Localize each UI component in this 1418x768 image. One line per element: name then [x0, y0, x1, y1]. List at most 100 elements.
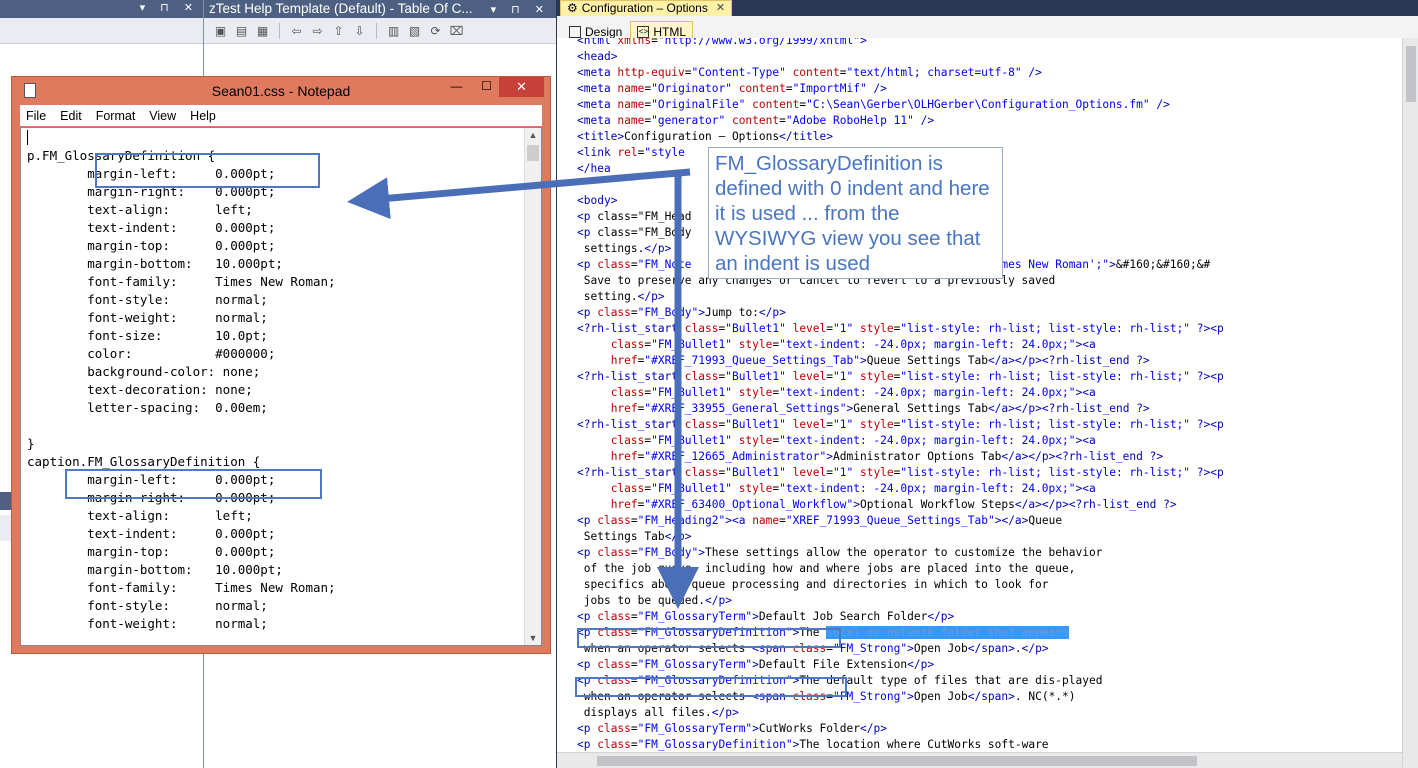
code-line: <html xmlns="http://www.w3.org/1999/xhtm… — [577, 38, 867, 47]
code-line: class="FM_Bullet1" style="text-indent: -… — [603, 482, 1096, 495]
code-line: <p class="FM_GlossaryTerm">CutWorks Fold… — [577, 722, 887, 735]
toolbar-separator — [279, 22, 280, 39]
new-page-icon[interactable]: ▤ — [233, 22, 250, 39]
notepad-menubar: File Edit Format View Help — [20, 105, 542, 126]
close-button[interactable]: ✕ — [499, 77, 544, 97]
new-book-icon[interactable]: ▣ — [212, 22, 229, 39]
code-line: href="#XREF_12665_Administrator">Adminis… — [603, 450, 1164, 463]
code-line: class="FM_Bullet1" style="text-indent: -… — [603, 386, 1096, 399]
highlight-box-code-definition-1 — [577, 628, 841, 648]
code-line: jobs to be queued.</p> — [577, 594, 732, 607]
close-icon[interactable]: ✕ — [716, 1, 725, 16]
notepad-vertical-scrollbar[interactable]: ▲ ▼ — [524, 128, 541, 645]
highlight-box-notepad-caption-margins — [65, 469, 322, 499]
left-pane-titlebar: ▾ ⊓ ✕ — [0, 0, 203, 18]
maximize-button[interactable]: ☐ — [473, 77, 500, 97]
text-caret — [27, 130, 28, 145]
code-line: <p class="FM_Heading2"><a name="XREF_719… — [577, 514, 1063, 527]
notepad-text-line: font-family: Times New Roman; — [27, 274, 336, 289]
scroll-up-icon[interactable]: ▲ — [525, 130, 541, 140]
document-tab-bar: ⚙ Configuration – Options ✕ — [557, 0, 1418, 16]
auto-create-icon[interactable]: ▥ — [385, 22, 402, 39]
code-line: <meta name="Originator" content="ImportM… — [577, 82, 887, 95]
code-line: <p class="FM_GlossaryDefinition">The loc… — [577, 738, 1049, 751]
notepad-text-line: margin-top: 0.000pt; — [27, 238, 276, 253]
sync-icon[interactable]: ⟳ — [427, 22, 444, 39]
scrollbar-thumb[interactable] — [527, 145, 539, 161]
annotation-callout: FM_GlossaryDefinition is defined with 0 … — [708, 147, 1003, 279]
menu-edit[interactable]: Edit — [60, 109, 82, 123]
folder-icon[interactable]: ▧ — [406, 22, 423, 39]
code-line: <p class="FM_GlossaryTerm">Default File … — [577, 658, 935, 671]
notepad-text-line: font-weight: normal; — [27, 310, 268, 325]
highlight-box-notepad-margin-left — [95, 153, 320, 188]
code-line: specifics about queue processing and dir… — [577, 578, 1049, 591]
code-line: displays all files.</p> — [577, 706, 739, 719]
code-line: href="#XREF_71993_Queue_Settings_Tab">Qu… — [603, 354, 1150, 367]
code-line: class="FM_Bullet1" style="text-indent: -… — [603, 434, 1096, 447]
notepad-text-line: font-style: normal; — [27, 598, 268, 613]
code-line: setting.</p> — [577, 290, 665, 303]
notepad-titlebar[interactable]: Sean01.css - Notepad — ☐ ✕ — [12, 77, 550, 105]
html-view-icon: <> — [637, 26, 650, 38]
code-line: <meta http-equiv="Content-Type" content=… — [577, 66, 1042, 79]
notepad-text-line: margin-top: 0.000pt; — [27, 544, 276, 559]
notepad-text-line: color: #000000; — [27, 346, 276, 361]
code-line: <p class="FM_Body">These settings allow … — [577, 546, 1103, 559]
notepad-text-line: } — [27, 436, 35, 451]
notepad-text-line: text-decoration: none; — [27, 382, 253, 397]
menu-help[interactable]: Help — [190, 109, 216, 123]
move-left-icon[interactable]: ⇦ — [288, 22, 305, 39]
left-pane-window-buttons[interactable]: ▾ ⊓ ✕ — [140, 1, 199, 14]
document-icon: ⚙ — [567, 1, 578, 15]
move-up-icon[interactable]: ⇧ — [330, 22, 347, 39]
menu-view[interactable]: View — [149, 109, 176, 123]
code-line: class="FM_Bullet1" style="text-indent: -… — [603, 338, 1096, 351]
scrollbar-thumb[interactable] — [1406, 46, 1416, 102]
move-right-icon[interactable]: ⇨ — [309, 22, 326, 39]
toc-pane-titlebar: zTest Help Template (Default) - Table Of… — [204, 0, 556, 18]
scroll-down-icon[interactable]: ▼ — [525, 633, 541, 643]
toc-toolbar: ▣ ▤ ▦ ⇦ ⇨ ⇧ ⇩ ▥ ▧ ⟳ ⌧ — [204, 18, 556, 44]
notepad-text-line: margin-bottom: 10.000pt; — [27, 562, 283, 577]
code-line: <body> — [577, 194, 618, 207]
editor-horizontal-scrollbar[interactable] — [557, 752, 1402, 768]
editor-vertical-scrollbar[interactable] — [1402, 38, 1418, 768]
document-tab-label: Configuration – Options — [581, 1, 708, 15]
left-pane-toolbar — [0, 18, 203, 44]
document-tab[interactable]: ⚙ Configuration – Options ✕ — [560, 0, 733, 16]
tab-design-label: Design — [585, 24, 623, 39]
code-line: <meta name="OriginalFile" content="C:\Se… — [577, 98, 1170, 111]
notepad-text-line: font-style: normal; — [27, 292, 268, 307]
notepad-text-line: font-family: Times New Roman; — [27, 580, 336, 595]
scrollbar-thumb[interactable] — [597, 756, 1197, 766]
code-line: <meta name="generator" content="Adobe Ro… — [577, 114, 935, 127]
code-line: href="#XREF_63400_Optional_Workflow">Opt… — [603, 498, 1177, 511]
tab-html-label: HTML — [653, 25, 687, 39]
properties-icon[interactable]: ▦ — [254, 22, 271, 39]
move-down-icon[interactable]: ⇩ — [351, 22, 368, 39]
code-line: <?rh-list_start class="Bullet1" level="1… — [577, 418, 1224, 431]
menu-file[interactable]: File — [26, 109, 46, 123]
code-line: <?rh-list_start class="Bullet1" level="1… — [577, 322, 1224, 335]
notepad-text-line: text-align: left; — [27, 508, 253, 523]
menu-format[interactable]: Format — [96, 109, 136, 123]
notepad-text-line: font-size: 10.0pt; — [27, 328, 268, 343]
code-line: </hea — [577, 162, 611, 175]
code-line: href="#XREF_33955_General_Settings">Gene… — [603, 402, 1150, 415]
notepad-text-line: background-color: none; — [27, 364, 261, 379]
notepad-text-line: letter-spacing: 0.00em; — [27, 400, 268, 415]
design-view-icon — [569, 25, 581, 38]
notepad-text-line: text-indent: 0.000pt; — [27, 526, 276, 541]
code-line: settings.</p> — [577, 242, 672, 255]
notepad-text-line: text-indent: 0.000pt; — [27, 220, 276, 235]
toc-pane-window-buttons[interactable]: ▾ ⊓ ✕ — [491, 1, 550, 19]
code-line: of the job queue, including how and wher… — [577, 562, 1076, 575]
highlight-box-code-definition-2 — [575, 677, 847, 697]
notepad-text-line: font-weight: normal; — [27, 616, 268, 631]
delete-icon[interactable]: ⌧ — [448, 22, 465, 39]
code-line: <?rh-list_start class="Bullet1" level="1… — [577, 370, 1224, 383]
minimize-button[interactable]: — — [443, 77, 470, 97]
code-line: Settings Tab</p> — [577, 530, 692, 543]
notepad-text-area[interactable]: ▲ ▼ p.FM_GlossaryDefinition { margin-lef… — [20, 127, 542, 646]
